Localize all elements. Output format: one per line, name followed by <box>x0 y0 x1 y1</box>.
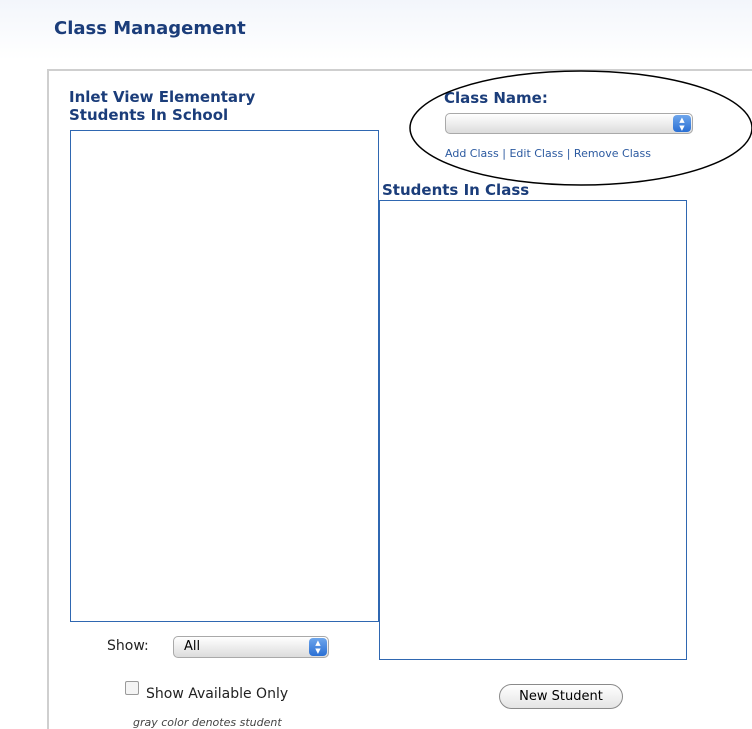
show-available-only-checkbox[interactable] <box>125 681 139 695</box>
show-filter-label: Show: <box>107 638 149 654</box>
students-in-school-list[interactable] <box>70 130 379 622</box>
students-in-class-heading: Students In Class <box>382 181 530 199</box>
chevron-updown-icon: ▲ ▼ <box>673 115 691 132</box>
footnote-text: gray color denotes student <box>133 716 282 729</box>
students-in-school-heading: Students In School <box>69 106 229 124</box>
show-available-only-label: Show Available Only <box>146 686 289 702</box>
link-separator: | <box>566 147 571 160</box>
class-name-select[interactable]: ▲ ▼ <box>445 113 693 134</box>
class-name-label: Class Name: <box>444 89 548 107</box>
show-filter-value: All <box>184 639 201 654</box>
add-class-link[interactable]: Add Class <box>445 147 499 160</box>
link-separator: | <box>502 147 506 160</box>
chevron-updown-icon: ▲ ▼ <box>309 638 327 656</box>
page-title: Class Management <box>54 18 246 39</box>
show-filter-select[interactable]: All ▲ ▼ <box>173 636 329 658</box>
school-heading: Inlet View Elementary Students In School <box>69 88 369 124</box>
school-name: Inlet View Elementary <box>69 88 256 106</box>
remove-class-link[interactable]: Remove Class <box>574 147 651 160</box>
new-student-button[interactable]: New Student <box>499 684 623 709</box>
edit-class-link[interactable]: Edit Class <box>509 147 563 160</box>
students-in-class-list[interactable] <box>379 200 687 660</box>
class-actions-links: Add Class | Edit Class | Remove Class <box>445 147 651 160</box>
